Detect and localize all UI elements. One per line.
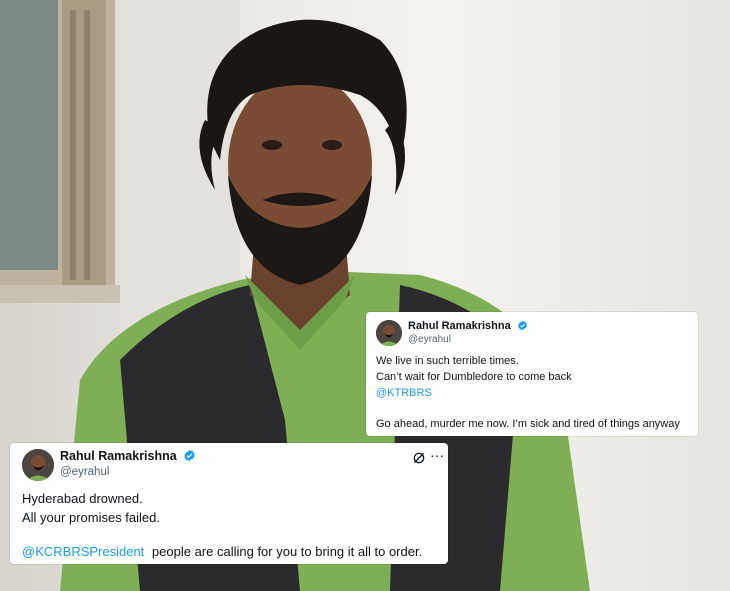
author-name[interactable]: Rahul Ramakrishna [60,449,196,463]
more-options-icon[interactable]: ··· [430,447,444,463]
mention-link[interactable]: @KTRBRS [376,387,432,399]
author-handle[interactable]: @eyrahul [60,466,109,478]
avatar-photo-icon [22,449,54,481]
tweet-text-mention-line: @KCRBRSPresident people are calling for … [22,544,422,559]
tweet-text-line-1: We live in such terrible times. [376,355,519,367]
mention-link[interactable]: @KCRBRSPresident [22,544,144,559]
tweet-card-2[interactable]: Rahul Ramakrishna @eyrahul ··· Hyderabad… [10,443,448,564]
author-name-text: Rahul Ramakrishna [60,449,177,463]
grok-icon[interactable] [412,451,426,465]
tweet-text-closing: Go ahead, murder me now. I’m sick and ti… [376,418,680,430]
tweet-text-after-mention: people are calling for you to bring it a… [151,544,423,559]
verified-badge-icon [184,449,195,462]
author-name-text: Rahul Ramakrishna [408,320,511,332]
verified-badge-icon [517,320,527,331]
tweet-text-line-1: Hyderabad drowned. [22,491,143,506]
avatar[interactable] [376,320,402,346]
author-name[interactable]: Rahul Ramakrishna [408,320,528,332]
tweet-text-line-2: Can’t wait for Dumbledore to come back [376,371,572,383]
author-handle[interactable]: @eyrahul [408,334,451,345]
avatar-photo-icon [376,320,402,346]
tweet-text-line-2: All your promises failed. [22,510,160,525]
tweet-card-1[interactable]: Rahul Ramakrishna @eyrahul We live in su… [366,312,698,436]
avatar[interactable] [22,449,54,481]
